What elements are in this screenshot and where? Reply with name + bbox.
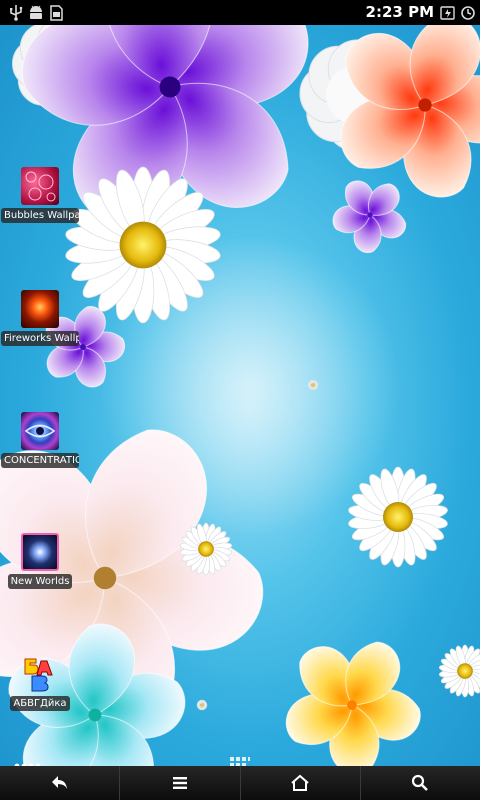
search-button[interactable]	[361, 766, 480, 800]
app-label: АБВГДйка	[10, 696, 70, 711]
yellow-plumeria	[285, 641, 421, 766]
status-clock: 2:23 PM	[365, 3, 434, 21]
android-debug-icon	[30, 5, 42, 19]
daisy-right-edge	[438, 644, 480, 698]
app-shortcut-new-worlds[interactable]: New Worlds	[0, 533, 80, 593]
sd-card-icon	[50, 5, 63, 21]
search-icon	[412, 774, 429, 791]
app-label: Bubbles Wallpap	[1, 208, 79, 223]
new-worlds-icon	[21, 533, 59, 571]
app-label: Fireworks Wallp	[1, 331, 79, 346]
fireworks-wallpaper-icon	[21, 290, 59, 328]
app-label: New Worlds	[7, 574, 73, 589]
bubbles-wallpaper-icon	[21, 167, 59, 205]
app-shortcut-concentration[interactable]: CONCENTRATIO	[0, 412, 80, 472]
app-shortcut-fireworks-wallpaper[interactable]: Fireworks Wallp	[0, 290, 80, 350]
concentration-eye-icon	[21, 412, 59, 450]
purple-plumeria-small	[332, 180, 407, 253]
alarm-clock-icon	[461, 6, 475, 20]
grid-icon[interactable]	[230, 757, 250, 766]
usb-icon	[10, 5, 23, 21]
tiny-petal	[307, 379, 319, 391]
status-bar: 2:23 PM	[0, 0, 480, 25]
back-button[interactable]	[0, 766, 121, 800]
menu-icon	[172, 777, 187, 789]
app-shortcut-abvg[interactable]: АБВГДйка	[0, 655, 80, 715]
back-icon	[51, 776, 67, 789]
battery-charging-icon	[440, 6, 455, 20]
abvg-letters-icon	[21, 655, 59, 693]
navigation-bar	[0, 766, 480, 800]
app-shortcut-bubbles-wallpaper[interactable]: Bubbles Wallpap	[0, 167, 80, 227]
app-label: CONCENTRATIO	[1, 453, 79, 468]
home-icon	[291, 774, 309, 791]
menu-button[interactable]	[120, 766, 241, 800]
home-button[interactable]	[241, 766, 361, 800]
tiny-daisy-bottom	[196, 699, 208, 711]
wallpaper: Bubbles Wallpap Fireworks Wallp CONCENTR…	[0, 25, 480, 766]
